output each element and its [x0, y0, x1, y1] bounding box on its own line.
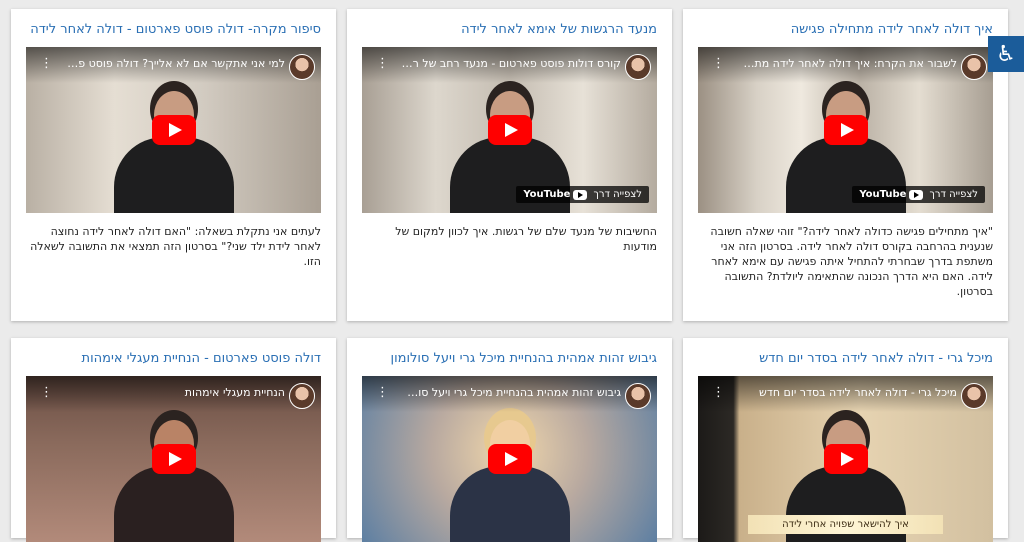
more-options-icon[interactable]: ⋮: [40, 386, 53, 400]
video-card: איך דולה לאחר לידה מתחילה פגישה לשבור את…: [683, 9, 1008, 321]
play-button-icon[interactable]: [487, 115, 532, 145]
watch-on-label: לצפייה דרך: [929, 189, 978, 200]
video-title[interactable]: לשבור את הקרח: איך דולה לאחר לידה מתחיל.…: [737, 56, 957, 72]
channel-avatar[interactable]: [625, 54, 651, 80]
youtube-embed[interactable]: למי אני אתקשר אם לא אלייך? דולה פוסט פאר…: [26, 47, 321, 213]
video-card: מיכל גרי - דולה לאחר לידה בסדר יום חדש מ…: [683, 338, 1008, 542]
more-options-icon[interactable]: ⋮: [376, 386, 389, 400]
card-title-link[interactable]: מיכל גרי - דולה לאחר לידה בסדר יום חדש: [698, 350, 993, 372]
watch-on-label: לצפייה דרך: [593, 189, 642, 200]
video-card: גיבוש זהות אמהית בהנחיית מיכל גרי ויעל ס…: [347, 338, 672, 542]
channel-avatar[interactable]: [961, 383, 987, 409]
youtube-embed[interactable]: קורס דולות פוסט פארטום - מנעד רחב של רגש…: [362, 47, 657, 213]
more-options-icon[interactable]: ⋮: [712, 386, 725, 400]
channel-avatar[interactable]: [289, 54, 315, 80]
video-title[interactable]: למי אני אתקשר אם לא אלייך? דולה פוסט פאר…: [65, 56, 285, 72]
accessibility-icon: ♿: [996, 41, 1016, 67]
youtube-logo-icon: YouTube: [523, 189, 588, 200]
more-options-icon[interactable]: ⋮: [712, 57, 725, 71]
card-description: לעתים אני נתקלת בשאלה: "האם דולה לאחר לי…: [30, 225, 321, 268]
channel-avatar[interactable]: [289, 383, 315, 409]
card-title-link[interactable]: גיבוש זהות אמהית בהנחיית מיכל גרי ויעל ס…: [362, 350, 657, 372]
youtube-label: YouTube: [859, 189, 907, 200]
play-button-icon[interactable]: [151, 115, 196, 145]
youtube-logo-icon: YouTube: [859, 189, 924, 200]
video-card: סיפור מקרה- דולה פוסט פארטום - דולה לאחר…: [11, 9, 336, 321]
play-button-icon[interactable]: [487, 444, 532, 474]
card-description: החשיבות של מנעד שלם של רגשות. איך לכוון …: [395, 225, 657, 253]
youtube-embed[interactable]: גיבוש זהות אמהית בהנחיית מיכל גרי ויעל ס…: [362, 376, 657, 542]
card-title-link[interactable]: סיפור מקרה- דולה פוסט פארטום - דולה לאחר…: [26, 21, 321, 43]
youtube-embed[interactable]: הנחיית מעגלי אימהות ⋮: [26, 376, 321, 542]
accessibility-button[interactable]: ♿: [988, 36, 1024, 72]
video-title[interactable]: הנחיית מעגלי אימהות: [65, 385, 285, 401]
play-button-icon[interactable]: [823, 444, 868, 474]
watch-on-youtube-button[interactable]: לצפייה דרך YouTube: [516, 186, 649, 203]
video-card-grid: איך דולה לאחר לידה מתחילה פגישה לשבור את…: [11, 9, 1008, 542]
channel-avatar[interactable]: [961, 54, 987, 80]
play-button-icon[interactable]: [151, 444, 196, 474]
card-title-link[interactable]: מנעד הרגשות של אימא לאחר לידה: [362, 21, 657, 43]
card-description: "איך מתחילים פגישה כדולה לאחר לידה?" זוה…: [710, 225, 993, 298]
video-title[interactable]: מיכל גרי - דולה לאחר לידה בסדר יום חדש: [737, 385, 957, 401]
youtube-embed[interactable]: מיכל גרי - דולה לאחר לידה בסדר יום חדש ⋮…: [698, 376, 993, 542]
youtube-label: YouTube: [523, 189, 571, 200]
channel-avatar[interactable]: [625, 383, 651, 409]
more-options-icon[interactable]: ⋮: [40, 57, 53, 71]
youtube-embed[interactable]: לשבור את הקרח: איך דולה לאחר לידה מתחיל.…: [698, 47, 993, 213]
video-card: דולה פוסט פארטום - הנחיית מעגלי אימהות ה…: [11, 338, 336, 542]
play-button-icon[interactable]: [823, 115, 868, 145]
video-title[interactable]: גיבוש זהות אמהית בהנחיית מיכל גרי ויעל ס…: [401, 385, 621, 401]
card-title-link[interactable]: דולה פוסט פארטום - הנחיית מעגלי אימהות: [26, 350, 321, 372]
video-caption-bar: איך להישאר שפויה אחרי לידה: [748, 515, 943, 534]
watch-on-youtube-button[interactable]: לצפייה דרך YouTube: [852, 186, 985, 203]
video-title[interactable]: קורס דולות פוסט פארטום - מנעד רחב של רגש…: [401, 56, 621, 72]
more-options-icon[interactable]: ⋮: [376, 57, 389, 71]
video-card: מנעד הרגשות של אימא לאחר לידה קורס דולות…: [347, 9, 672, 321]
card-title-link[interactable]: איך דולה לאחר לידה מתחילה פגישה: [698, 21, 993, 43]
